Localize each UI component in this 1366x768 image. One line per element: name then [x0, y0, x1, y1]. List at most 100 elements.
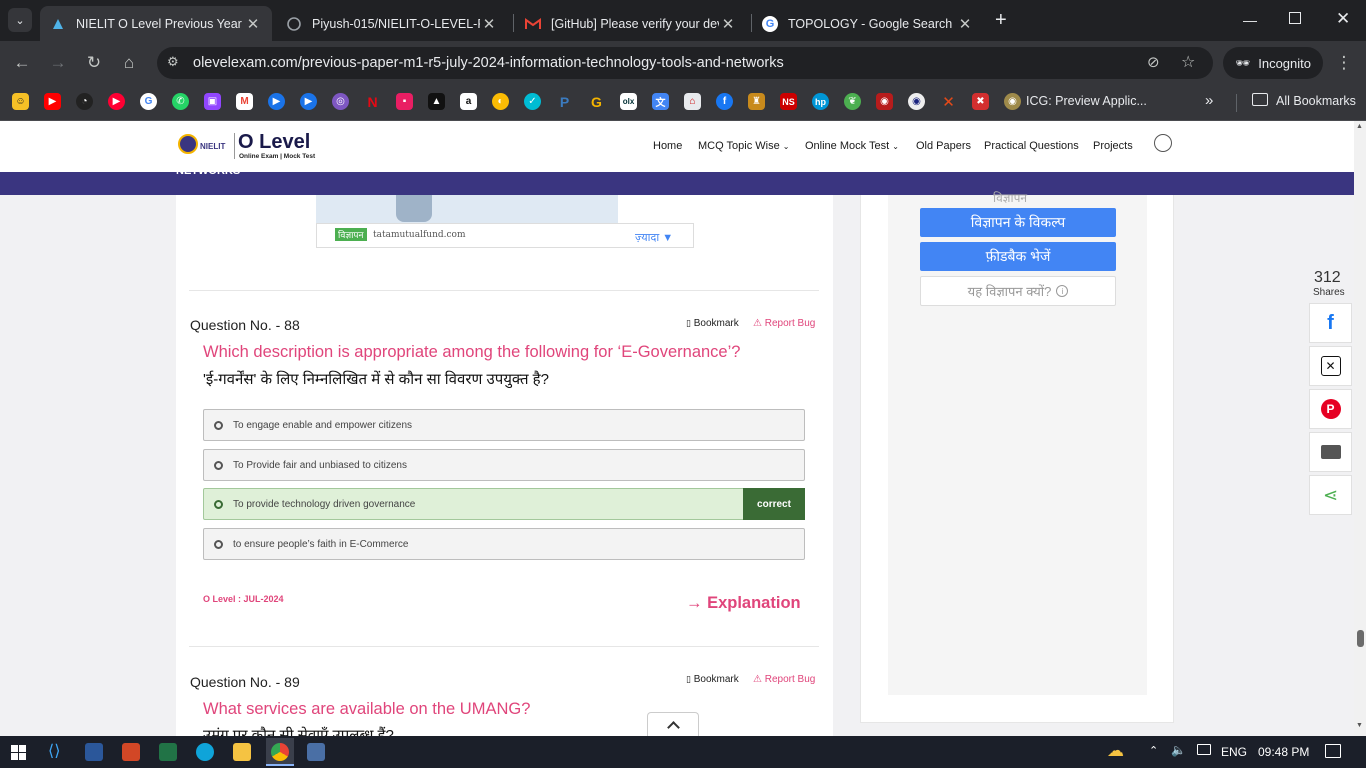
word-icon[interactable] [85, 743, 103, 761]
chevron-up-icon[interactable]: ⌃ [1149, 744, 1158, 757]
seal-icon[interactable]: ◉ [908, 93, 925, 110]
scroll-thumb[interactable] [1357, 630, 1364, 647]
youtube-music-icon[interactable]: ▶ [108, 93, 125, 110]
incognito-indicator[interactable]: 🕶 Incognito [1223, 47, 1323, 79]
amazon-icon[interactable]: a [460, 93, 477, 110]
ad-image[interactable] [316, 195, 618, 224]
excel-icon[interactable] [159, 743, 177, 761]
app-icon[interactable]: ▪ [396, 93, 413, 110]
report-bug-button[interactable]: ⚠ Report Bug [753, 674, 815, 685]
windows-start-icon[interactable] [11, 745, 26, 760]
tab-search-button[interactable]: ⌄ [8, 8, 32, 32]
translate-icon[interactable]: 文 [652, 93, 669, 110]
eye-off-icon[interactable]: ⊘ [1147, 53, 1160, 71]
app-icon[interactable]: ✖ [972, 93, 989, 110]
weather-icon[interactable]: ☁ [1107, 741, 1124, 761]
x-share-button[interactable]: ✕ [1309, 346, 1352, 386]
file-explorer-icon[interactable] [233, 743, 251, 761]
why-this-ad-button[interactable]: यह विज्ञापन क्यों? i [920, 276, 1116, 306]
menu-kebab-icon[interactable]: ⋮ [1330, 49, 1358, 77]
ad-options-button[interactable]: विज्ञापन के विकल्प [920, 208, 1116, 237]
powerpoint-icon[interactable] [122, 743, 140, 761]
emblem-icon[interactable]: ♜ [748, 93, 765, 110]
facebook-icon[interactable]: f [716, 93, 733, 110]
gmail-icon[interactable]: M [236, 93, 253, 110]
close-icon[interactable]: ✕ [956, 15, 974, 33]
scroll-up-tab[interactable] [647, 712, 699, 736]
leaf-icon[interactable]: ❦ [844, 93, 861, 110]
twitch-icon[interactable]: ▣ [204, 93, 221, 110]
minimize-icon[interactable]: — [1243, 12, 1257, 28]
star-icon[interactable]: ☆ [1181, 52, 1195, 72]
tab-google-search[interactable]: G TOPOLOGY - Google Search ✕ [752, 6, 984, 41]
whatsapp-icon[interactable]: ✆ [172, 93, 189, 110]
page-scrollbar[interactable]: ▲ ▼ [1354, 121, 1366, 736]
video-icon[interactable]: ▶ [300, 93, 317, 110]
check-icon[interactable]: ✓ [524, 93, 541, 110]
app-icon[interactable]: ◐ [492, 93, 509, 110]
bookmark-label[interactable]: ICG: Preview Applic... [1026, 94, 1147, 108]
nav-mcq-topic-wise[interactable]: MCQ Topic Wise ⌄ [698, 140, 789, 152]
tab-gmail[interactable]: [GitHub] Please verify your devi ✕ [515, 6, 747, 41]
back-icon[interactable]: ← [8, 49, 36, 77]
new-tab-button[interactable]: + [995, 9, 1007, 32]
close-icon[interactable]: ✕ [480, 15, 498, 33]
hp-icon[interactable]: hp [812, 93, 829, 110]
answer-option[interactable]: to ensure people’s faith in E-Commerce [203, 528, 805, 560]
bookmark-button[interactable]: ▯ Bookmark [686, 318, 739, 329]
facebook-share-button[interactable]: f [1309, 303, 1352, 343]
nav-projects[interactable]: Projects [1093, 140, 1133, 152]
pinterest-share-button[interactable]: P [1309, 389, 1352, 429]
ad-more-link[interactable]: ज़्यादा ▼ [635, 230, 673, 245]
clock[interactable]: 09:48 PM [1258, 745, 1309, 759]
scroll-down-arrow-icon[interactable]: ▼ [1356, 722, 1363, 729]
netflix-icon[interactable]: N [364, 93, 381, 110]
x-icon[interactable]: ✕ [940, 93, 957, 111]
nav-home[interactable]: Home [653, 140, 682, 152]
notifications-icon[interactable] [1325, 744, 1341, 758]
answer-option[interactable]: To Provide fair and unbiased to citizens [203, 449, 805, 481]
bookmark-button[interactable]: ▯ Bookmark [686, 674, 739, 685]
bookmark-icon[interactable]: ☺ [12, 93, 29, 110]
site-icon[interactable]: ◎ [332, 93, 349, 110]
chrome-icon[interactable] [266, 738, 294, 766]
home-icon[interactable]: ⌂ [115, 49, 143, 77]
site-logo[interactable]: NIELIT O Level Online Exam | Mock Test [178, 131, 320, 161]
ad-footer[interactable]: विज्ञापन tatamutualfund.com ज़्यादा ▼ [316, 223, 694, 248]
seal-icon[interactable]: ◉ [876, 93, 893, 110]
nav-online-mock-test[interactable]: Online Mock Test ⌄ [805, 140, 899, 152]
window-close-icon[interactable]: ✕ [1336, 9, 1350, 29]
send-feedback-button[interactable]: फ़ीडबैक भेजें [920, 242, 1116, 271]
nav-old-papers[interactable]: Old Papers [916, 140, 971, 152]
chevron-right-icon[interactable]: » [1205, 92, 1213, 109]
report-bug-button[interactable]: ⚠ Report Bug [753, 318, 815, 329]
site-info-icon[interactable]: ⚙ [167, 54, 179, 70]
language-indicator[interactable]: ENG [1221, 745, 1247, 759]
keyboard-app-icon[interactable] [307, 743, 325, 761]
media-icon[interactable]: ▶ [268, 93, 285, 110]
close-icon[interactable]: ✕ [719, 15, 737, 33]
user-icon[interactable] [1154, 134, 1172, 152]
app-icon[interactable]: ▲ [428, 93, 445, 110]
all-bookmarks-link[interactable]: All Bookmarks [1276, 94, 1356, 108]
edge-icon[interactable] [196, 743, 214, 761]
network-icon[interactable] [1197, 744, 1211, 755]
nav-practical-questions[interactable]: Practical Questions [984, 140, 1079, 152]
answer-option[interactable]: To engage enable and empower citizens [203, 409, 805, 441]
volume-icon[interactable]: 🔈 [1171, 743, 1186, 757]
forward-icon[interactable]: → [44, 49, 72, 77]
restore-icon[interactable] [1289, 12, 1301, 24]
close-icon[interactable]: ✕ [244, 15, 262, 33]
answer-option-correct[interactable]: To provide technology driven governance … [203, 488, 805, 520]
paypal-icon[interactable]: P [556, 93, 573, 110]
speed-icon[interactable]: ◔ [76, 93, 93, 110]
explanation-link[interactable]: → Explanation [686, 594, 801, 613]
vscode-icon[interactable]: ⟨⟩ [48, 743, 66, 761]
youtube-icon[interactable]: ▶ [44, 93, 61, 110]
google-icon[interactable]: G [140, 93, 157, 110]
tab-nielit[interactable]: NIELIT O Level Previous Year So ✕ [40, 6, 272, 41]
bank-icon[interactable]: ⌂ [684, 93, 701, 110]
generic-share-button[interactable]: ⋖ [1309, 475, 1352, 515]
tab-github-repo[interactable]: Piyush-015/NIELIT-O-LEVEL-PY ✕ [276, 6, 508, 41]
scroll-up-arrow-icon[interactable]: ▲ [1356, 123, 1363, 130]
